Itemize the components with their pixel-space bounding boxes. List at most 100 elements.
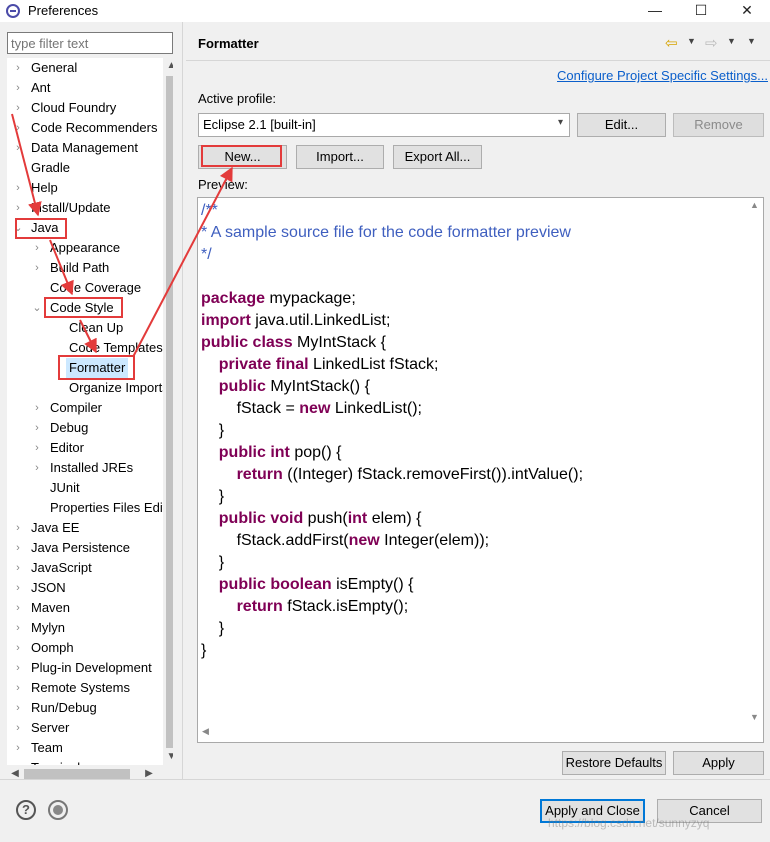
tree-item[interactable]: › Server [7,718,163,738]
tree-item[interactable]: › Compiler [7,398,163,418]
collapsed-arrow-icon[interactable]: › [13,638,23,658]
scroll-down-icon[interactable]: ▼ [746,712,763,722]
tree-item[interactable]: › Build Path [7,258,163,278]
collapsed-arrow-icon[interactable]: › [13,138,23,158]
collapsed-arrow-icon[interactable]: › [32,418,42,438]
scroll-down-icon[interactable]: ▼ [163,749,173,765]
code-token: int [347,510,368,527]
collapsed-arrow-icon[interactable]: › [32,438,42,458]
tree-item[interactable]: Properties Files Editor [7,498,173,518]
record-macro-icon[interactable] [48,800,68,820]
collapsed-arrow-icon[interactable]: › [13,198,23,218]
tree-item[interactable]: › Appearance [7,238,163,258]
tree-item[interactable]: › Run/Debug [7,698,163,718]
collapsed-arrow-icon[interactable]: › [13,718,23,738]
collapsed-arrow-icon[interactable]: › [13,178,23,198]
code-line: return fStack.isEmpty(); [201,596,583,618]
preview-horizontal-scrollbar[interactable]: ◀ [198,724,748,742]
tree-item[interactable]: Clean Up [7,318,163,338]
tree-item[interactable]: › Help [7,178,163,198]
minimize-button[interactable]: — [632,0,678,22]
forward-dropdown-icon[interactable]: ▼ [727,36,736,46]
view-menu-icon[interactable]: ▼ [747,36,756,46]
collapsed-arrow-icon[interactable]: › [13,698,23,718]
scroll-left-icon[interactable]: ◀ [202,726,209,737]
collapsed-arrow-icon[interactable]: › [13,118,23,138]
collapsed-arrow-icon[interactable]: › [32,458,42,478]
code-token: public int [218,444,290,461]
tree-item[interactable]: Organize Imports [7,378,169,398]
collapsed-arrow-icon[interactable]: › [13,578,23,598]
tree-item[interactable]: › Maven [7,598,163,618]
forward-arrow-icon[interactable]: ⇨ [705,34,718,52]
tree-item[interactable]: › Editor [7,438,163,458]
panel-divider[interactable] [182,22,183,779]
export-all-button[interactable]: Export All... [393,145,482,169]
tree-item[interactable]: › Java EE [7,518,163,538]
tree-item[interactable]: › Team [7,738,163,758]
tree-item[interactable]: Code Coverage [7,278,163,298]
tree-item[interactable]: › Terminal [7,758,163,765]
tree-item-label: Build Path [50,260,110,275]
scroll-up-icon[interactable]: ▲ [163,58,173,74]
apply-button[interactable]: Apply [673,751,764,775]
code-preview[interactable]: /** * A sample source file for the code f… [197,197,764,743]
tree-item[interactable]: › Ant [7,78,163,98]
back-arrow-icon[interactable]: ⇦ [665,34,678,52]
code-token: import [201,312,251,329]
collapsed-arrow-icon[interactable]: › [13,78,23,98]
collapsed-arrow-icon[interactable]: › [32,258,42,278]
maximize-button[interactable]: ☐ [678,0,724,22]
tree-item[interactable]: › Debug [7,418,163,438]
help-icon[interactable]: ? [16,800,36,820]
collapsed-arrow-icon[interactable]: › [13,738,23,758]
collapsed-arrow-icon[interactable]: › [32,398,42,418]
collapsed-arrow-icon[interactable]: › [13,618,23,638]
tree-item[interactable]: › Install/Update [7,198,163,218]
preview-vertical-scrollbar[interactable]: ▲ ▼ [746,198,763,724]
tree-vertical-scrollbar[interactable]: ▲ ▼ [163,58,173,765]
tree-item[interactable]: › Installed JREs [7,458,163,478]
filter-input[interactable] [7,32,173,54]
scroll-up-icon[interactable]: ▲ [746,200,763,210]
tree-item[interactable]: › Java Persistence [7,538,163,558]
back-dropdown-icon[interactable]: ▼ [687,36,696,46]
tree-item[interactable]: › Plug-in Development [7,658,163,678]
tree-item[interactable]: › JavaScript [7,558,163,578]
scroll-thumb[interactable] [166,76,173,748]
collapsed-arrow-icon[interactable]: › [13,518,23,538]
tree-item[interactable]: › Code Recommenders [7,118,163,138]
code-token: isEmpty() { [331,576,414,593]
close-button[interactable]: ✕ [724,0,770,22]
tree-item[interactable]: › Mylyn [7,618,163,638]
tree-item-label: Appearance [50,240,121,255]
collapsed-arrow-icon[interactable]: › [13,598,23,618]
tree-item[interactable]: › Remote Systems [7,678,163,698]
tree-item[interactable]: › Cloud Foundry [7,98,163,118]
tree-item[interactable]: › Data Management [7,138,163,158]
expanded-arrow-icon[interactable]: ⌄ [32,298,42,318]
chevron-down-icon[interactable]: ▾ [558,117,563,128]
tree-item[interactable]: JUnit [7,478,163,498]
collapsed-arrow-icon[interactable]: › [13,558,23,578]
configure-project-settings-link[interactable]: Configure Project Specific Settings... [557,68,768,83]
collapsed-arrow-icon[interactable]: › [32,238,42,258]
edit-button[interactable]: Edit... [577,113,666,137]
import-button[interactable]: Import... [296,145,384,169]
remove-button[interactable]: Remove [673,113,764,137]
collapsed-arrow-icon[interactable]: › [13,678,23,698]
code-line: private final LinkedList fStack; [201,354,583,376]
collapsed-arrow-icon[interactable]: › [13,538,23,558]
collapsed-arrow-icon[interactable]: › [13,658,23,678]
collapsed-arrow-icon[interactable]: › [13,758,23,765]
restore-defaults-button[interactable]: Restore Defaults [562,751,666,775]
tree-item[interactable]: Gradle [7,158,163,178]
scroll-thumb[interactable] [24,769,130,779]
tree-item[interactable]: › JSON [7,578,163,598]
tree-item[interactable]: › Oomph [7,638,163,658]
code-line: fStack = new LinkedList(); [201,398,583,420]
tree-item[interactable]: › General [7,58,163,78]
collapsed-arrow-icon[interactable]: › [13,58,23,78]
collapsed-arrow-icon[interactable]: › [13,98,23,118]
active-profile-select[interactable]: Eclipse 2.1 [built-in] ▾ [198,113,570,137]
